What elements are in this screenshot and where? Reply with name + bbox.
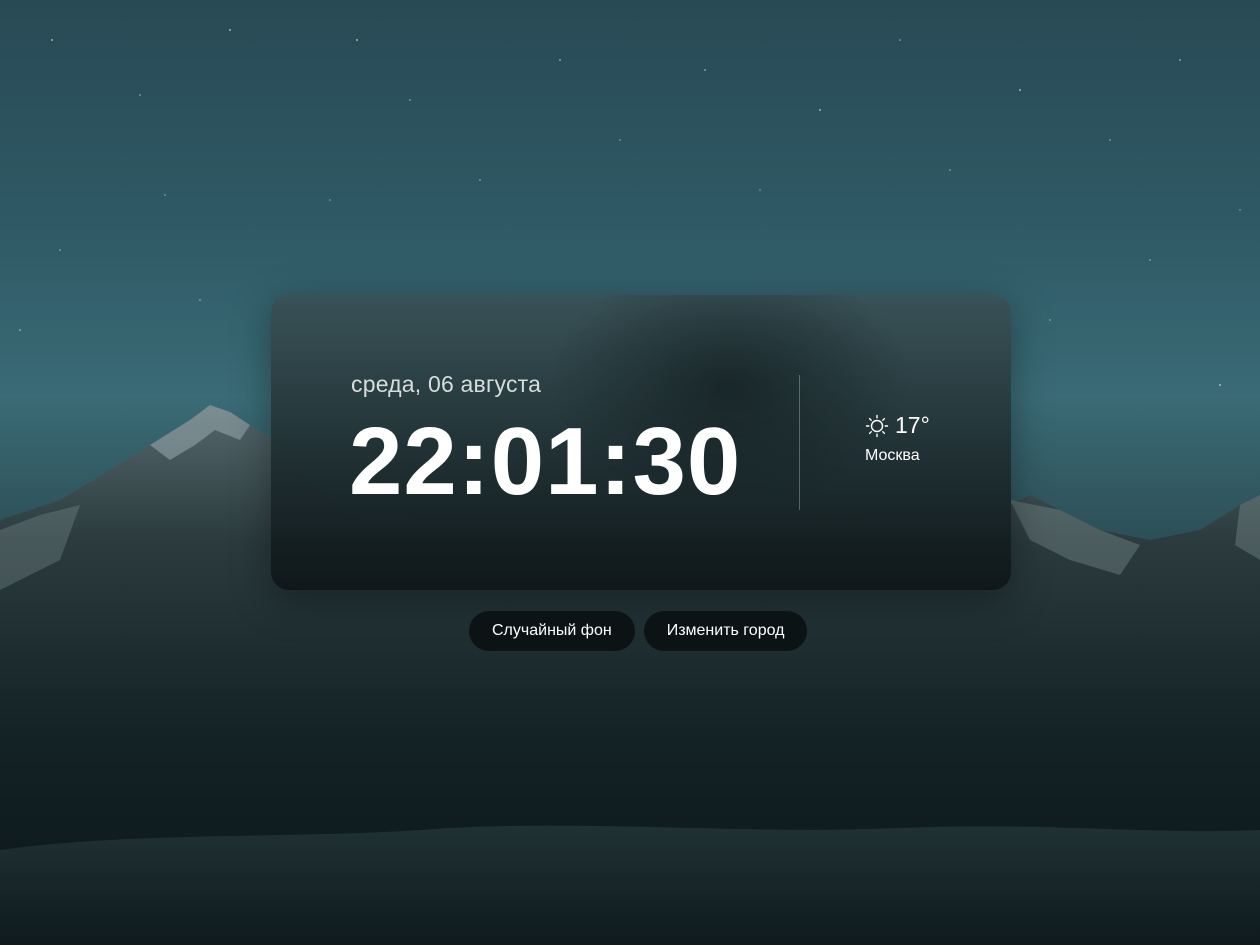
background-scene: среда, 06 августа 22:01:30 17° Москва Сл…: [0, 0, 1260, 945]
divider: [799, 375, 800, 510]
time-display: 22:01:30: [349, 408, 742, 515]
weather-widget: 17° Москва: [865, 412, 930, 465]
random-background-button[interactable]: Случайный фон: [469, 611, 635, 651]
date-label: среда, 06 августа: [351, 371, 542, 397]
clock-card: среда, 06 августа 22:01:30 17° Москва: [271, 295, 1011, 590]
city-name: Москва: [865, 447, 920, 464]
temperature-value: 17°: [895, 412, 930, 438]
change-city-button[interactable]: Изменить город: [643, 611, 808, 651]
sun-icon: [865, 414, 889, 438]
action-buttons: Случайный фон Изменить город: [469, 611, 808, 651]
